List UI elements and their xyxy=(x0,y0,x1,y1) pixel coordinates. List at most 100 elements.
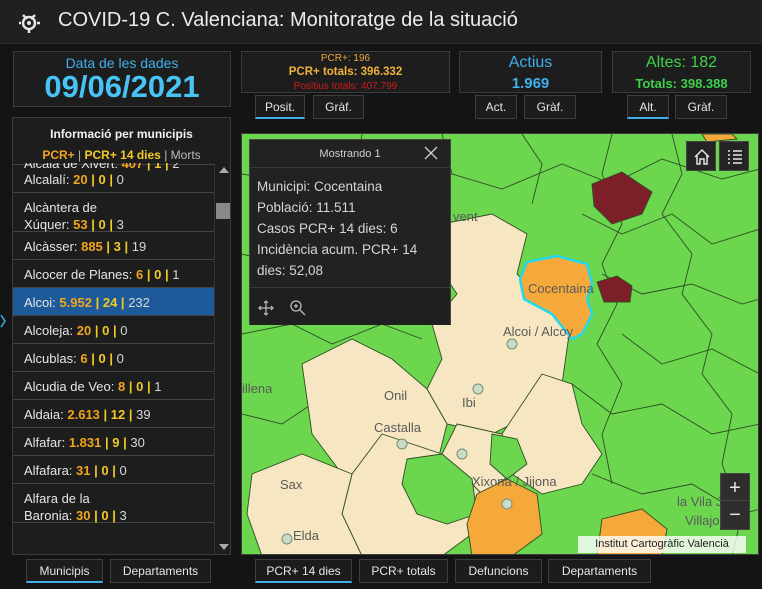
municipi-name: Xúquer: xyxy=(24,217,70,232)
altes-totals: Totals: 398.388 xyxy=(635,76,728,91)
tab-departaments-map[interactable]: Departaments xyxy=(548,559,651,583)
list-item[interactable]: Alcàsser: 885 | 3 | 19 xyxy=(13,232,214,260)
morts-value: 0 xyxy=(119,463,127,478)
legend-sep: | xyxy=(160,148,171,162)
municipi-name: Alcàntera de xyxy=(24,200,97,215)
value-sep: | xyxy=(101,435,113,450)
value-sep: | xyxy=(108,463,120,478)
tab-act[interactable]: Act. xyxy=(475,95,517,119)
popup-header: Mostrando 1 xyxy=(250,140,450,168)
actius-panel: Actius 1.969 xyxy=(459,51,602,93)
tab-alt-graf[interactable]: Gràf. xyxy=(675,95,727,119)
value-sep: | xyxy=(90,508,102,523)
collapse-arrow-icon[interactable] xyxy=(0,314,6,328)
popup-line: Població: 11.511 xyxy=(257,200,356,215)
list-item[interactable]: Alcudia de Veo: 8 | 0 | 1 xyxy=(13,372,214,400)
value-sep: | xyxy=(99,407,111,422)
list-item[interactable]: Alcublas: 6 | 0 | 0 xyxy=(13,344,214,372)
value-sep: | xyxy=(143,379,155,394)
popup-line: Incidència acum. PCR+ 14 xyxy=(257,242,418,257)
list-item[interactable]: Alcàntera de Xúquer: 53 | 0 | 3 xyxy=(13,193,214,232)
list-item[interactable]: Alcalalí: 20 | 0 | 0 xyxy=(13,165,214,193)
municipi-name: Alcublas: xyxy=(24,351,77,366)
zoom-in-button[interactable]: + xyxy=(720,473,750,503)
value-sep: | xyxy=(125,379,137,394)
municipi-name: Baronia: xyxy=(24,508,73,523)
morts-value: 0 xyxy=(116,351,124,366)
list-item[interactable]: Alfafar: 1.831 | 9 | 30 xyxy=(13,428,214,456)
value-sep: | xyxy=(87,217,99,232)
legend-button[interactable] xyxy=(719,141,749,171)
value-sep: | xyxy=(120,239,132,254)
tab-pcr-graf[interactable]: Gràf. xyxy=(313,95,364,119)
scroll-down-icon[interactable] xyxy=(219,544,229,550)
morts-value: 0 xyxy=(120,323,128,338)
pcr14-value: 3 xyxy=(113,239,121,254)
value-sep: | xyxy=(108,508,120,523)
tab-departaments-list[interactable]: Departaments xyxy=(110,559,211,583)
legend-sep: | xyxy=(74,148,85,162)
move-icon[interactable] xyxy=(258,300,274,316)
legend-morts: Morts xyxy=(170,148,201,162)
municipi-name: Alfafar: xyxy=(24,435,66,450)
map-label-onil: Onil xyxy=(384,388,408,403)
pcr-value: 20 xyxy=(76,323,92,338)
positius-totals: Positius totals: 407.799 xyxy=(293,81,398,92)
morts-value: 232 xyxy=(128,295,150,310)
value-sep: | xyxy=(161,267,173,282)
municipis-panel: Informació per municipis PCR+ | PCR+ 14 … xyxy=(12,117,231,555)
morts-value: 1 xyxy=(172,267,180,282)
value-sep: | xyxy=(117,295,129,310)
scroll-thumb[interactable] xyxy=(216,203,230,219)
date-value: 09/06/2021 xyxy=(44,69,200,104)
close-icon[interactable] xyxy=(424,146,438,160)
pcr14-value: 0 xyxy=(98,351,106,366)
tab-alt[interactable]: Alt. xyxy=(627,95,669,119)
tab-pcr14[interactable]: PCR+ 14 dies xyxy=(255,559,352,583)
home-button[interactable] xyxy=(686,141,716,171)
morts-value: 19 xyxy=(131,239,147,254)
municipi-name: Alcoi: xyxy=(24,295,56,310)
map-label-castalla: Castalla xyxy=(374,420,421,435)
list-item[interactable]: Alcoleja: 20 | 0 | 0 xyxy=(13,316,214,344)
popup-title: Mostrando 1 xyxy=(319,148,381,160)
municipis-list[interactable]: Alcalà de Xivert: 407 | 1 | 2 Alcalalí: 2… xyxy=(13,163,214,554)
list-item[interactable]: Alfafara: 31 | 0 | 0 xyxy=(13,456,214,484)
value-sep: | xyxy=(87,351,99,366)
popup-line: Municipi: Cocentaina xyxy=(257,179,383,194)
map-label-alcoi: Alcoi / Alcoy xyxy=(503,324,574,339)
map-label-vent: vent xyxy=(453,209,478,224)
map-label-xixona: Xixona / Jijona xyxy=(472,474,557,489)
value-sep: | xyxy=(125,407,137,422)
value-sep: | xyxy=(109,323,121,338)
tab-posit[interactable]: Posit. xyxy=(255,95,305,119)
value-sep: | xyxy=(87,172,99,187)
pcr-value: 20 xyxy=(73,172,88,187)
tab-municipis[interactable]: Municipis xyxy=(26,559,103,583)
list-item[interactable]: Aldaia: 2.613 | 12 | 39 xyxy=(13,400,214,428)
pcr-value: 53 xyxy=(73,217,88,232)
feature-popup: Mostrando 1 Municipi: Cocentaina Poblaci… xyxy=(249,139,451,325)
municipi-name: Alcàsser: xyxy=(24,239,78,254)
map-label-villajo: Villajo xyxy=(685,513,720,528)
actius-value: 1.969 xyxy=(511,75,550,92)
pcr-value: 6 xyxy=(80,351,88,366)
list-item[interactable]: Alfara de la Baronia: 30 | 0 | 3 xyxy=(13,484,214,523)
pcr14-value: 0 xyxy=(101,463,109,478)
map-label-sax: Sax xyxy=(280,477,303,492)
list-item[interactable]: Alcocer de Planes: 6 | 0 | 1 xyxy=(13,260,214,288)
municipis-scrollbar[interactable] xyxy=(214,163,230,554)
tab-pcr-totals[interactable]: PCR+ totals xyxy=(359,559,448,583)
list-item[interactable]: Alcoi: 5.952 | 24 | 232 xyxy=(13,288,214,316)
tab-defuncions[interactable]: Defuncions xyxy=(455,559,542,583)
pcr-value: 5.952 xyxy=(59,295,92,310)
pcr-value: 31 xyxy=(76,463,91,478)
zoom-to-icon[interactable] xyxy=(289,299,306,316)
tab-act-graf[interactable]: Gràf. xyxy=(524,95,576,119)
morts-value: 3 xyxy=(116,217,124,232)
value-sep: | xyxy=(91,323,103,338)
zoom-out-button[interactable]: − xyxy=(720,500,750,530)
map-label-cocentaina: Cocentaina xyxy=(528,281,594,296)
pcr-panel: PCR+: 196 PCR+ totals: 396.332 Positius … xyxy=(241,51,450,93)
scroll-up-icon[interactable] xyxy=(219,167,229,173)
